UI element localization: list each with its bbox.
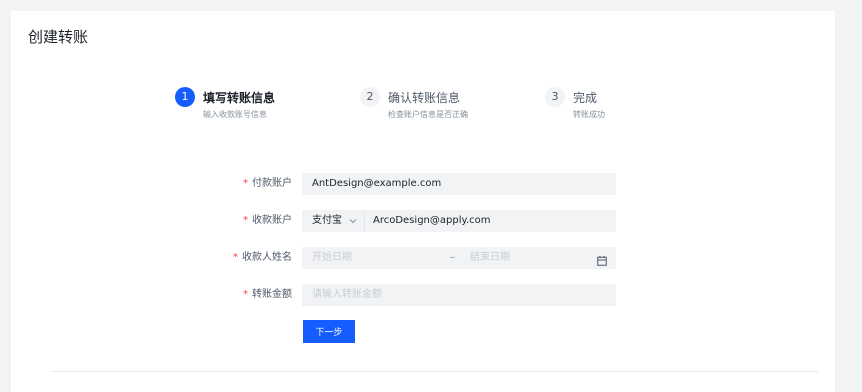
payment-channel-value: 支付宝 [312,215,342,226]
amount-label: * 转账金额 [243,289,292,300]
payee-name-label-wrap: * 收款人姓名 [201,247,292,269]
calendar-icon[interactable] [597,253,607,266]
payer-account-input[interactable]: AntDesign@example.com [302,173,616,195]
step-description: 检查账户信息是否正确 [388,110,468,119]
step-description: 转账成功 [573,110,605,119]
payee-account-input[interactable]: ArcoDesign@apply.com [373,210,491,232]
chevron-down-icon [349,210,357,241]
step-title: 确认转账信息 [388,91,461,105]
amount-input[interactable]: 请输入转账金额 [302,284,616,306]
step-description: 输入收款账号信息 [203,110,267,119]
create-transfer-card: 创建转账 1 填写转账信息 输入收款账号信息 2 确认转账信息 检查账户信息是否… [11,11,835,392]
start-date-input[interactable]: 开始日期 [312,247,352,269]
amount-label-wrap: * 转账金额 [201,284,292,306]
divider [51,371,818,372]
step-number: 1 [175,87,195,107]
date-range-picker[interactable]: 开始日期 – 结束日期 [302,247,616,269]
payee-label: * 收款账户 [243,215,292,226]
payee-name-label: * 收款人姓名 [233,252,292,263]
required-mark: * [233,252,238,263]
required-mark: * [243,289,248,300]
page-title: 创建转账 [28,28,89,46]
required-mark: * [243,215,248,226]
step-title: 填写转账信息 [203,91,276,105]
payer-label: * 付款账户 [243,178,292,189]
payer-label-wrap: * 付款账户 [201,173,292,195]
range-separator: – [450,252,455,263]
next-step-button[interactable]: 下一步 [303,320,355,343]
payment-channel-select[interactable]: 支付宝 [302,210,365,232]
amount-placeholder: 请输入转账金额 [312,289,382,300]
step-number: 3 [545,87,565,107]
step-title: 完成 [573,91,598,105]
step-number: 2 [360,87,380,107]
payee-label-wrap: * 收款账户 [201,210,292,232]
payer-account-value: AntDesign@example.com [312,178,442,189]
payee-account-field: 支付宝 ArcoDesign@apply.com [302,210,616,232]
required-mark: * [243,178,248,189]
end-date-input[interactable]: 结束日期 [470,247,510,269]
